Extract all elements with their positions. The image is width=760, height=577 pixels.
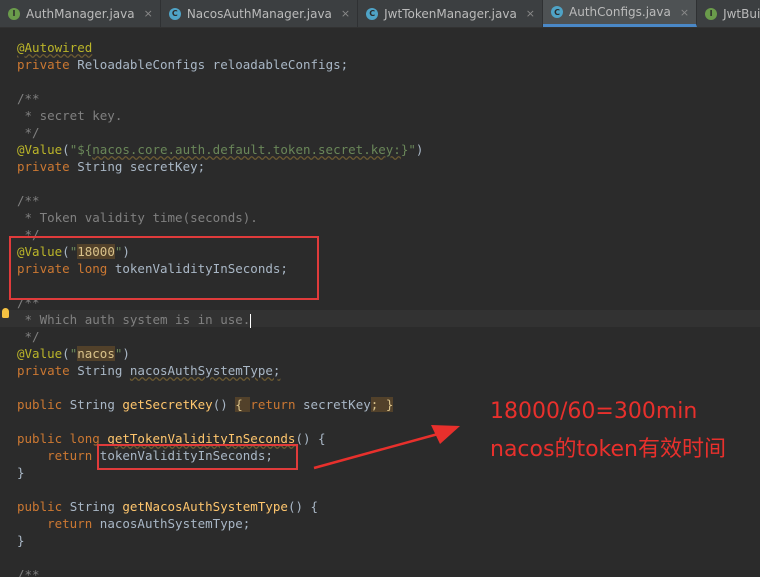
code-line: */: [17, 329, 40, 344]
code-line: /**: [17, 567, 40, 577]
tab-authmanager[interactable]: I AuthManager.java ×: [0, 0, 161, 27]
class-file-icon: C: [168, 7, 181, 20]
annotation-line-1: 18000/60=300min: [490, 399, 698, 424]
annotation-line-2: nacos的token有效时间: [490, 437, 726, 462]
code-line: /**: [17, 193, 40, 208]
tab-jwtbuilder[interactable]: I JwtBuilde: [697, 0, 760, 27]
highlight-box-return-value: [97, 444, 298, 470]
code-line: public String getNacosAuthSystemType() {: [17, 499, 319, 514]
arrow-head: [431, 425, 460, 444]
code-line: private ReloadableConfigs reloadableConf…: [17, 57, 349, 72]
code-line: @Value("${nacos.core.auth.default.token.…: [17, 142, 424, 157]
interface-file-icon: I: [705, 7, 718, 20]
close-icon[interactable]: ×: [526, 7, 535, 20]
interface-file-icon: I: [8, 7, 20, 20]
tab-authconfigs[interactable]: C AuthConfigs.java ×: [543, 0, 698, 27]
code-line: }: [17, 533, 25, 548]
code-editor[interactable]: @Autowired private ReloadableConfigs rel…: [0, 28, 760, 577]
tab-label: JwtTokenManager.java: [384, 6, 517, 21]
close-icon[interactable]: ×: [144, 7, 153, 20]
code-line: private String nacosAuthSystemType;: [17, 363, 281, 378]
tab-label: AuthManager.java: [26, 6, 135, 21]
tab-label: NacosAuthManager.java: [186, 6, 332, 21]
code-line: @Value("nacos"): [17, 346, 130, 361]
close-icon[interactable]: ×: [680, 6, 689, 19]
tab-nacosauthmanager[interactable]: C NacosAuthManager.java ×: [161, 0, 359, 27]
code-line: public String getSecretKey() { return se…: [17, 397, 394, 412]
class-file-icon: C: [551, 6, 564, 18]
code-line: }: [17, 465, 25, 480]
code-line: private String secretKey;: [17, 159, 206, 174]
code-line: * secret key.: [17, 108, 123, 123]
close-icon[interactable]: ×: [341, 7, 350, 20]
tab-label: AuthConfigs.java: [569, 5, 671, 19]
editor-tab-bar: I AuthManager.java × C NacosAuthManager.…: [0, 0, 760, 28]
code-line: return nacosAuthSystemType;: [17, 516, 251, 531]
code-line: */: [17, 125, 40, 140]
highlight-box-token-field: [9, 236, 319, 300]
tab-jwttokenmanager[interactable]: C JwtTokenManager.java ×: [358, 0, 544, 27]
arrow-shaft: [313, 432, 439, 470]
code-line: * Which auth system is in use.: [17, 312, 252, 328]
tab-label: JwtBuilde: [723, 6, 760, 21]
code-line: /**: [17, 91, 40, 106]
code-line: @Autowired: [17, 40, 93, 55]
lightbulb-icon[interactable]: [2, 308, 9, 318]
class-file-icon: C: [366, 7, 379, 20]
code-line: * Token validity time(seconds).: [17, 210, 258, 225]
text-caret: [250, 313, 252, 328]
